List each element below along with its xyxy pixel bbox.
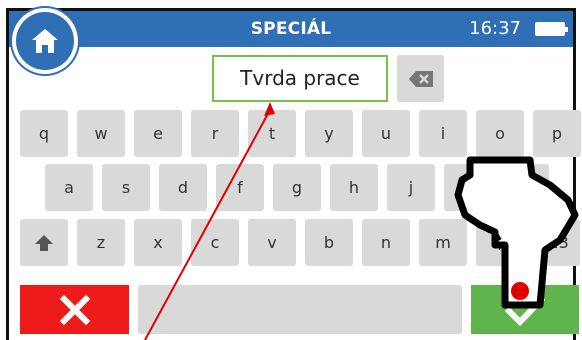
backspace-icon bbox=[408, 70, 433, 87]
shift-arrow-icon bbox=[35, 234, 53, 251]
key-v[interactable]: v bbox=[248, 219, 296, 266]
key-p[interactable]: p bbox=[533, 110, 581, 157]
key-o[interactable]: o bbox=[476, 110, 524, 157]
key-i[interactable]: i bbox=[419, 110, 467, 157]
confirm-button[interactable] bbox=[471, 285, 579, 334]
key-a[interactable]: a bbox=[45, 164, 93, 211]
checkmark-icon bbox=[505, 295, 545, 326]
key-x[interactable]: x bbox=[134, 219, 182, 266]
key-e[interactable]: e bbox=[134, 110, 182, 157]
key-k[interactable]: k bbox=[444, 164, 492, 211]
key-u[interactable]: u bbox=[362, 110, 410, 157]
key-d[interactable]: d bbox=[159, 164, 207, 211]
clock: 16:37 bbox=[469, 18, 521, 39]
x-icon bbox=[59, 294, 90, 325]
key-c[interactable]: c bbox=[191, 219, 239, 266]
key-z[interactable]: z bbox=[77, 219, 125, 266]
home-button[interactable] bbox=[16, 12, 74, 70]
shift-key[interactable] bbox=[20, 219, 68, 266]
key-l[interactable]: l bbox=[501, 164, 549, 211]
key-h[interactable]: h bbox=[330, 164, 378, 211]
key-r[interactable]: r bbox=[191, 110, 239, 157]
key-comma[interactable]: , bbox=[476, 219, 524, 266]
header-bar: SPECIÁL 16:37 bbox=[9, 11, 573, 47]
key-123[interactable]: 123 bbox=[527, 219, 580, 266]
key-y[interactable]: y bbox=[305, 110, 353, 157]
key-f[interactable]: f bbox=[216, 164, 264, 211]
space-key[interactable] bbox=[138, 285, 462, 334]
battery-icon bbox=[535, 22, 568, 36]
key-w[interactable]: w bbox=[77, 110, 125, 157]
key-j[interactable]: j bbox=[387, 164, 435, 211]
key-b[interactable]: b bbox=[305, 219, 353, 266]
home-icon bbox=[32, 29, 58, 53]
cancel-button[interactable] bbox=[20, 285, 129, 334]
key-s[interactable]: s bbox=[102, 164, 150, 211]
backspace-button[interactable] bbox=[397, 55, 444, 102]
key-m[interactable]: m bbox=[419, 219, 467, 266]
key-t[interactable]: t bbox=[248, 110, 296, 157]
key-q[interactable]: q bbox=[20, 110, 68, 157]
text-input[interactable]: Tvrda prace bbox=[212, 55, 388, 102]
key-n[interactable]: n bbox=[362, 219, 410, 266]
key-g[interactable]: g bbox=[273, 164, 321, 211]
